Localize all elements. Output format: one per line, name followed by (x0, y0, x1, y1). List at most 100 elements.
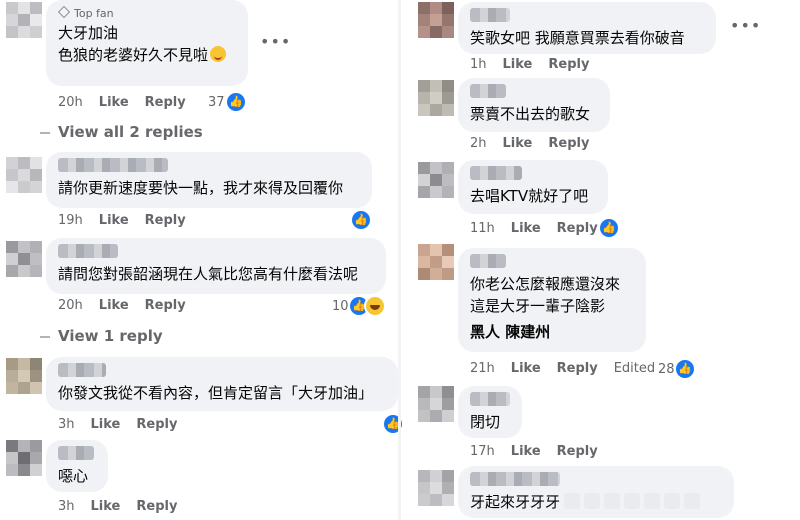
reply-button[interactable]: Reply (557, 361, 598, 376)
reply-button[interactable]: Reply (548, 136, 589, 151)
thumbs-up-icon[interactable]: 👍 (225, 91, 247, 113)
comment-bubble: 笑歌女吧 我願意買票去看你破音 (458, 2, 716, 54)
avatar[interactable] (6, 157, 42, 193)
comment-time: 2h (470, 136, 487, 151)
reaction-count[interactable]: 10 (332, 299, 349, 314)
comment-text: 請你更新速度要快一點，我才來得及回覆你 (58, 179, 344, 197)
reaction-count[interactable]: 28 (658, 362, 675, 377)
comment-actions: 17h Like Reply (470, 444, 614, 459)
reply-button[interactable]: Reply (145, 95, 186, 110)
commenter-name-blurred[interactable] (58, 446, 94, 460)
reply-button[interactable]: Reply (136, 499, 177, 514)
comment-text: 閉切 (470, 413, 501, 431)
avatar[interactable] (418, 162, 454, 198)
smile-emoji-icon (210, 46, 227, 62)
commenter-name-blurred[interactable] (470, 392, 510, 406)
comment-bubble: 票賣不出去的歌女 (458, 78, 610, 132)
comment-time: 17h (470, 444, 495, 459)
tooth-emoji-icon (644, 493, 661, 509)
tooth-emoji-icon (584, 493, 601, 509)
avatar[interactable] (418, 80, 454, 116)
comment-text: 笑歌女吧 我願意買票去看你破音 (470, 29, 685, 47)
tooth-emoji-icon (664, 493, 681, 509)
avatar[interactable] (6, 2, 42, 38)
avatar[interactable] (6, 440, 42, 476)
like-button[interactable]: Like (503, 57, 533, 72)
reply-button[interactable]: Reply (136, 417, 177, 432)
comment-text: 你老公怎麼報應還沒來 (470, 275, 621, 293)
commenter-name-blurred[interactable] (58, 158, 168, 172)
more-options-icon[interactable]: ••• (730, 16, 761, 35)
like-button[interactable]: Like (99, 213, 129, 228)
comment-time: 3h (58, 499, 75, 514)
tooth-emoji-icon (564, 493, 581, 509)
avatar[interactable] (418, 386, 454, 422)
comment-text: 色狼的老婆好久不見啦 (58, 44, 236, 66)
thumbs-up-icon[interactable]: 👍 (350, 209, 372, 231)
mentioned-name[interactable]: 黑人 陳建州 (470, 321, 634, 343)
reply-button[interactable]: Reply (548, 57, 589, 72)
commenter-name-blurred[interactable] (470, 8, 510, 22)
comment-bubble: 請問您對張韶涵現在人氣比您高有什麼看法呢 (46, 238, 386, 294)
like-button[interactable]: Like (99, 298, 129, 313)
top-fan-diamond-icon (58, 6, 70, 18)
comment-actions: 3h Like Reply (58, 499, 193, 514)
like-button[interactable]: Like (91, 499, 121, 514)
avatar[interactable] (6, 241, 42, 277)
reply-button[interactable]: Reply (145, 213, 186, 228)
avatar[interactable] (418, 244, 454, 280)
like-button[interactable]: Like (99, 95, 129, 110)
reply-button[interactable]: Reply (557, 221, 598, 236)
avatar[interactable] (6, 358, 42, 394)
thumbs-up-icon[interactable]: 👍 (674, 358, 696, 380)
like-button[interactable]: Like (511, 361, 541, 376)
comment-actions: 20h Like Reply (58, 95, 202, 110)
comment-time: 19h (58, 213, 83, 228)
tooth-emoji-icon (624, 493, 641, 509)
comment-time: 21h (470, 361, 495, 376)
like-button[interactable]: Like (503, 136, 533, 151)
view-replies-link[interactable]: View 1 reply (40, 327, 163, 345)
avatar[interactable] (418, 2, 454, 38)
more-options-icon[interactable]: ••• (260, 32, 291, 51)
comment-actions: 20h Like Reply (58, 298, 202, 313)
like-button[interactable]: Like (511, 444, 541, 459)
comment-text: 噁心 (58, 467, 89, 485)
comment-time: 20h (58, 298, 83, 313)
comment-time: 11h (470, 221, 495, 236)
like-button[interactable]: Like (511, 221, 541, 236)
comment-bubble: 你老公怎麼報應還沒來 這是大牙一輩子陰影 黑人 陳建州 (458, 248, 646, 352)
commenter-name-blurred[interactable] (58, 244, 118, 258)
comment-time: 20h (58, 95, 83, 110)
reaction-count[interactable]: 37 (208, 95, 225, 110)
view-replies-link[interactable]: View all 2 replies (40, 123, 203, 141)
commenter-name-blurred[interactable] (58, 363, 106, 377)
top-fan-label: Top fan (74, 7, 114, 20)
commenter-name-blurred[interactable] (470, 84, 506, 98)
thumbs-up-icon[interactable]: 👍 (598, 217, 620, 239)
reply-button[interactable]: Reply (145, 298, 186, 313)
commenter-name-blurred[interactable] (470, 472, 560, 486)
comment-bubble: 閉切 (458, 386, 522, 438)
right-comments-panel: 笑歌女吧 我願意買票去看你破音 ••• 1h Like Reply 票賣不出去的歌女… (400, 0, 800, 520)
comment-text: 你發文我從不看內容，但肯定留言「大牙加油」 (58, 384, 374, 402)
comment-actions: 3h Like Reply (58, 417, 193, 432)
comment-text-line: 色狼的老婆好久不見啦 (58, 46, 209, 64)
comment-bubble: 請你更新速度要快一點，我才來得及回覆你 (46, 152, 372, 208)
comment-actions: 21h Like Reply Edited (470, 361, 671, 376)
like-button[interactable]: Like (91, 417, 121, 432)
comment-text: 這是大牙一輩子陰影 (470, 297, 606, 315)
avatar[interactable] (418, 470, 454, 506)
comment-actions: 11h Like Reply (470, 221, 614, 236)
commenter-name-blurred[interactable] (470, 254, 506, 268)
top-fan-badge: Top fan (58, 6, 236, 20)
reply-button[interactable]: Reply (557, 444, 598, 459)
comment-time: 3h (58, 417, 75, 432)
commenter-name-blurred[interactable] (470, 166, 522, 180)
comment-actions: 2h Like Reply (470, 136, 605, 151)
comment-text: 請問您對張韶涵現在人氣比您高有什麼看法呢 (58, 265, 359, 283)
comment-bubble: 噁心 (46, 440, 108, 492)
haha-emoji-icon[interactable] (364, 295, 386, 317)
comment-actions: 1h Like Reply (470, 57, 605, 72)
tooth-emoji-icon (604, 493, 621, 509)
